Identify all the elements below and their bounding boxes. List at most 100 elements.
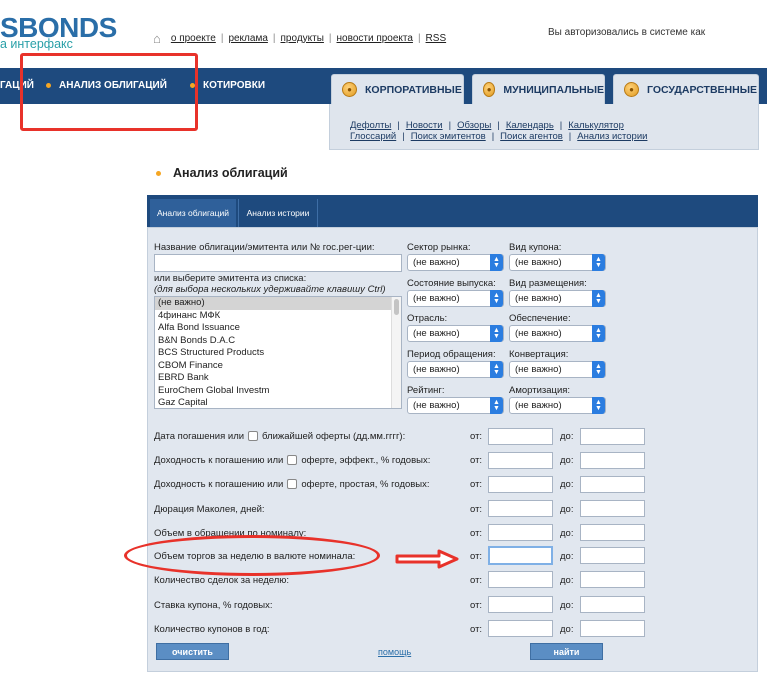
industry-select[interactable]: (не важно) ▲ ▼ [407,325,504,342]
from-label: от: [470,479,483,490]
tab-label: МУНИЦИПАЛЬНЫЕ [503,83,604,96]
divider: | [417,33,421,44]
name-label: Название облигации/эмитента или № гос.ре… [154,242,375,253]
link-news[interactable]: Новости [406,120,443,131]
maturity-to-input[interactable] [580,428,645,445]
link-agent-search[interactable]: Поиск агентов [500,131,563,142]
issue-state-select[interactable]: (не важно) ▲ ▼ [407,290,504,307]
help-link[interactable]: помощь [378,647,411,657]
from-label: от: [470,551,483,562]
select-arrows-icon: ▲ ▼ [592,325,605,342]
sector-select[interactable]: (не важно) ▲ ▼ [407,254,504,271]
offer-checkbox[interactable] [287,455,298,466]
top-link-about[interactable]: о проекте [171,33,216,44]
top-link-products[interactable]: продукты [281,33,324,44]
list-item[interactable]: B&N Bonds D.A.C [155,335,401,348]
annotation-arrow-icon [395,549,459,569]
yield-effective-to-input[interactable] [580,452,645,469]
select-arrows-icon: ▲ ▼ [490,361,503,378]
conversion-label: Конвертация: [509,349,569,360]
outstanding-from-input[interactable] [488,524,553,541]
link-defaults[interactable]: Дефолты [350,120,391,131]
coupon-type-label: Вид купона: [509,242,562,253]
outstanding-to-input[interactable] [580,524,645,541]
conversion-value: (не важно) [515,364,562,375]
offer-checkbox[interactable] [248,431,259,442]
top-link-rss[interactable]: RSS [426,33,447,44]
coupons-per-year-from-input[interactable] [488,620,553,637]
security-select[interactable]: (не важно) ▲ ▼ [509,325,606,342]
top-link-news[interactable]: новости проекта [337,33,413,44]
coupon-rate-from-input[interactable] [488,596,553,613]
rating-select[interactable]: (не важно) ▲ ▼ [407,397,504,414]
duration-to-input[interactable] [580,500,645,517]
duration-from-input[interactable] [488,500,553,517]
period-select[interactable]: (не важно) ▲ ▼ [407,361,504,378]
form-tab-bonds[interactable]: Анализ облигаций [150,199,236,227]
link-history-analysis[interactable]: Анализ истории [577,131,647,142]
tab-corporate[interactable]: ● КОРПОРАТИВНЫЕ [331,74,464,104]
select-arrows-icon: ▲ ▼ [592,397,605,414]
amortization-select[interactable]: (не важно) ▲ ▼ [509,397,606,414]
coupons-per-year-label: Количество купонов в год: [154,624,270,635]
list-item[interactable]: BCS Structured Products [155,347,401,360]
link-glossary[interactable]: Глоссарий [350,131,396,142]
link-issuer-search[interactable]: Поиск эмитентов [411,131,486,142]
form-tab-history[interactable]: Анализ истории [238,199,318,227]
weekly-volume-from-input[interactable] [488,546,553,565]
list-item[interactable]: EBRD Bank [155,372,401,385]
sub-nav-row-2: Глоссарий | Поиск эмитентов | Поиск агенто… [350,131,647,142]
yield-simple-to-input[interactable] [580,476,645,493]
tab-government[interactable]: ● ГОСУДАРСТВЕННЫЕ [613,74,759,104]
rating-value: (не важно) [413,400,460,411]
from-label: от: [470,455,483,466]
list-item[interactable]: 4финанс МФК [155,310,401,323]
issue-state-label: Состояние выпуска: [407,278,496,289]
list-item[interactable]: CBOM Finance [155,360,401,373]
from-label: от: [470,600,483,611]
link-reviews[interactable]: Обзоры [457,120,491,131]
label-text: оферте, простая, % годовых: [301,479,430,490]
offer-checkbox[interactable] [287,479,298,490]
yield-effective-from-input[interactable] [488,452,553,469]
conversion-select[interactable]: (не важно) ▲ ▼ [509,361,606,378]
link-calendar[interactable]: Календарь [506,120,554,131]
nav-item-quotes[interactable]: КОТИРОВКИ [190,80,265,91]
tab-municipal[interactable]: ● МУНИЦИПАЛЬНЫЕ [472,74,605,104]
to-label: до: [560,431,574,442]
coupon-type-select[interactable]: (не важно) ▲ ▼ [509,254,606,271]
divider: | [328,33,332,44]
find-button[interactable]: найти [530,643,603,660]
coupon-rate-to-input[interactable] [580,596,645,613]
maturity-from-input[interactable] [488,428,553,445]
list-item[interactable]: Alfa Bond Issuance [155,322,401,335]
top-link-ads[interactable]: реклама [228,33,267,44]
top-links: ⌂ о проекте | реклама | продукты | новос… [153,31,446,46]
name-input[interactable] [154,254,402,272]
link-calculator[interactable]: Калькулятор [568,120,624,131]
list-scrollbar[interactable] [391,297,401,408]
weekly-trades-from-input[interactable] [488,571,553,588]
tab-label: КОРПОРАТИВНЫЕ [365,83,462,96]
yield-simple-from-input[interactable] [488,476,553,493]
scroll-thumb[interactable] [394,299,399,315]
divider: | [497,120,500,131]
home-icon[interactable]: ⌂ [153,31,161,46]
to-label: до: [560,479,574,490]
weekly-trades-to-input[interactable] [580,571,645,588]
weekly-trades-label: Количество сделок за неделю: [154,575,290,586]
issuer-list[interactable]: (не важно) 4финанс МФК Alfa Bond Issuanc… [154,296,402,409]
period-label: Период обращения: [407,349,496,360]
divider: | [491,131,495,142]
sector-label: Сектор рынка: [407,242,471,253]
list-item[interactable]: EuroChem Global Investm [155,385,401,398]
placement-select[interactable]: (не важно) ▲ ▼ [509,290,606,307]
list-item[interactable]: Gaz Capital [155,397,401,408]
weekly-volume-to-input[interactable] [580,547,645,564]
clear-button[interactable]: очистить [156,643,229,660]
divider: | [402,131,405,142]
divider: | [448,120,452,131]
coupons-per-year-to-input[interactable] [580,620,645,637]
list-item[interactable]: (не важно) [155,297,401,310]
select-arrows-icon: ▲ ▼ [490,325,503,342]
